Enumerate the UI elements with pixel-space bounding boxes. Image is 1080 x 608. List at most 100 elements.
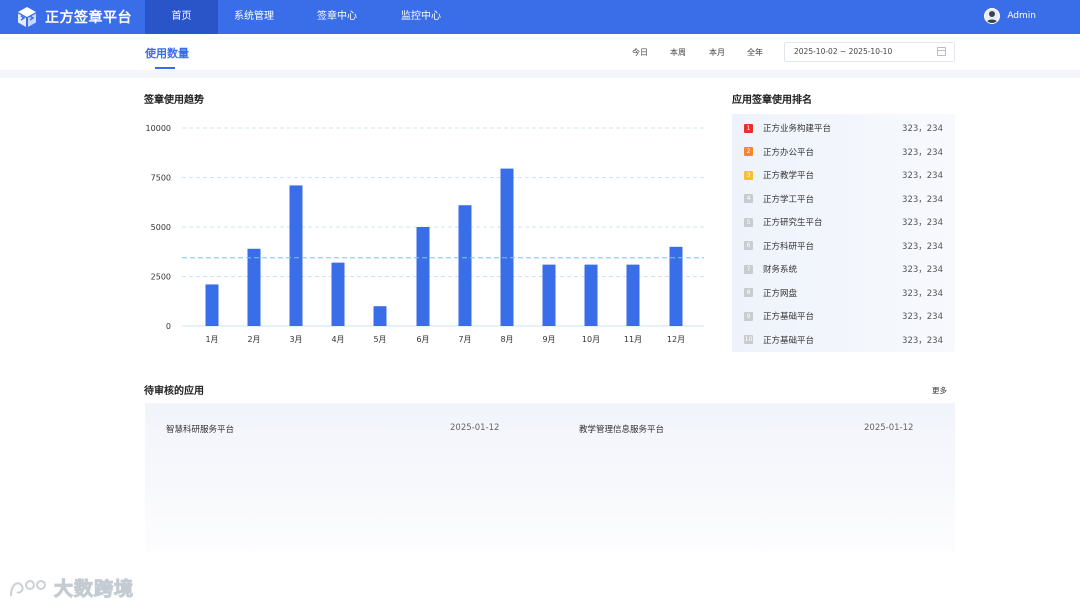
bar [205,284,219,326]
rank-usage-value: 323，234 [902,147,943,158]
bar [289,185,303,326]
bar [416,227,430,326]
x-tick-label: 10月 [582,335,600,344]
watermark: 大数跨境 [8,574,134,601]
period-this-month[interactable]: 本月 [709,47,725,58]
ranking-item[interactable]: 4 正方学工平台 323，234 [732,187,955,211]
pending-title: 待审核的应用 [144,386,204,397]
x-tick-label: 7月 [458,335,471,344]
x-tick-label: 3月 [289,335,302,344]
nav-monitor-center[interactable]: 监控中心 [384,0,458,34]
rank-usage-value: 323，234 [902,194,943,205]
ranking-item[interactable]: 5 正方研究生平台 323，234 [732,211,955,235]
rank-app-name: 正方科研平台 [763,241,815,252]
watermark-text: 大数跨境 [53,578,135,601]
nav-system-management[interactable]: 系统管理 [218,0,290,34]
nav-home[interactable]: 首页 [145,0,218,34]
usage-trend-title: 签章使用趋势 [144,95,204,106]
brand-logo[interactable]: 正方签章平台 [16,5,132,29]
more-link[interactable]: 更多 [932,385,947,396]
period-this-week[interactable]: 本周 [670,47,686,58]
y-tick-label: 2500 [151,273,171,282]
period-full-year[interactable]: 全年 [747,47,763,58]
x-tick-label: 5月 [373,335,386,344]
brand-name: 正方签章平台 [45,10,132,26]
bar [584,264,598,326]
x-tick-label: 4月 [331,335,344,344]
pending-app-date: 2025-01-12 [864,423,914,433]
pending-app-name[interactable]: 教学管理信息服务平台 [579,423,664,435]
date-range-value: 2025-10-02 ~ 2025-10-10 [794,47,893,56]
rank-usage-value: 323，234 [902,312,943,323]
rank-app-name: 正方业务构建平台 [763,124,832,135]
rank-usage-value: 323，234 [902,124,943,135]
ranking-item[interactable]: 3 正方教学平台 323，234 [732,164,955,188]
ranking-title: 应用签章使用排名 [732,95,812,106]
y-tick-label: 7500 [151,174,171,183]
rank-usage-value: 323，234 [902,288,943,299]
rank-app-name: 财务系统 [763,265,798,276]
bar [500,168,514,326]
rank-badge: 3 [744,170,753,180]
x-tick-label: 9月 [542,335,555,344]
rank-badge: 9 [744,311,753,321]
date-range-picker[interactable]: 2025-10-02 ~ 2025-10-10 [784,42,955,62]
pending-app-name[interactable]: 智慧科研服务平台 [166,423,234,435]
rank-app-name: 正方网盘 [763,288,798,299]
rank-badge: 7 [744,264,753,274]
rank-usage-value: 323，234 [902,171,943,182]
ranking-item[interactable]: 9 正方基础平台 323，234 [732,305,955,329]
rank-usage-value: 323，234 [902,335,943,346]
watermark-logo-icon [10,579,46,596]
bar [542,264,556,326]
avatar [984,8,1001,24]
bar [458,205,472,326]
rank-app-name: 正方学工平台 [763,194,815,205]
rank-badge: 4 [744,194,753,204]
active-tab-indicator [155,67,175,69]
y-tick-label: 5000 [151,223,171,232]
rank-app-name: 正方基础平台 [763,312,815,323]
calendar-icon[interactable] [937,47,946,56]
ranking-item[interactable]: 7 财务系统 323，234 [732,258,955,282]
x-tick-label: 8月 [500,335,513,344]
pending-list: 智慧科研服务平台 2025-01-12 教学管理信息服务平台 2025-01-1… [145,403,955,553]
usage-trend-chart: 0 2500 5000 7500 10000 1月 2月 3月 4月 5月 6月 7月 8月 9月 10月 1… [146,124,704,344]
rank-app-name: 正方研究生平台 [763,218,823,229]
top-navbar: 正方签章平台 首页 系统管理 签章中心 监控中心 Admin [0,0,1080,34]
ranking-item[interactable]: 2 正方办公平台 323，234 [732,140,955,164]
rank-badge: 6 [744,241,753,251]
ranking-item[interactable]: 8 正方网盘 323，234 [732,281,955,305]
bar [626,264,640,326]
rank-badge: 10 [744,335,753,345]
x-tick-label: 11月 [624,335,642,344]
brand-cube-icon [16,6,38,28]
bar [247,248,261,326]
rank-app-name: 正方基础平台 [763,335,815,346]
rank-badge: 1 [744,123,753,133]
tab-usage-count[interactable]: 使用数量 [145,45,189,61]
rank-usage-value: 323，234 [902,265,943,276]
period-today[interactable]: 今日 [632,47,648,58]
user-menu[interactable]: Admin [984,8,1036,24]
pending-app-date: 2025-01-12 [450,423,500,433]
ranking-list: 1 正方业务构建平台 323，234 2 正方办公平台 323，234 3 正方教学平台 323… [732,114,955,352]
bar [373,306,387,326]
bar [331,262,345,326]
bar [669,246,683,326]
rank-badge: 2 [744,147,753,157]
user-name: Admin [1007,11,1036,21]
rank-badge: 5 [744,217,753,227]
x-tick-label: 1月 [205,335,218,344]
ranking-item[interactable]: 10 正方基础平台 323，234 [732,328,955,352]
subheader-divider [0,70,1080,78]
nav-signature-center[interactable]: 签章中心 [300,0,374,34]
x-tick-label: 12月 [667,335,685,344]
rank-usage-value: 323，234 [902,241,943,252]
x-tick-label: 2月 [247,335,260,344]
rank-app-name: 正方教学平台 [763,171,815,182]
x-tick-label: 6月 [416,335,429,344]
rank-usage-value: 323，234 [902,218,943,229]
ranking-item[interactable]: 6 正方科研平台 323，234 [732,234,955,258]
ranking-item[interactable]: 1 正方业务构建平台 323，234 [732,117,955,141]
